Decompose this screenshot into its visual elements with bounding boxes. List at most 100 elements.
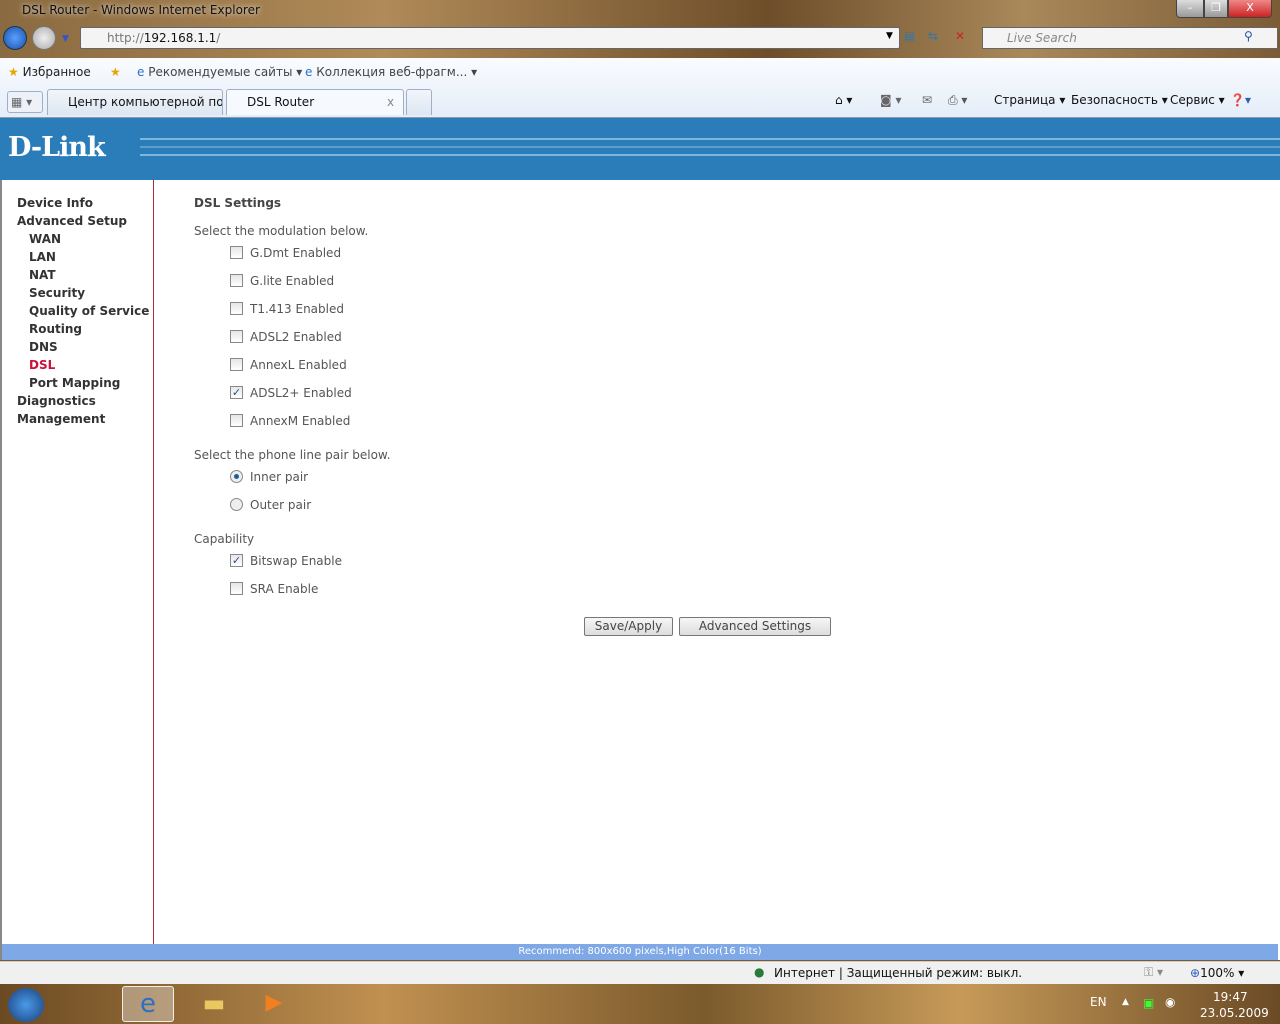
- sidebar-item[interactable]: Routing: [29, 322, 82, 336]
- modulation-label: AnnexL Enabled: [250, 358, 347, 372]
- save-apply-button[interactable]: Save/Apply: [584, 617, 673, 636]
- compat-view-icon[interactable]: ▤: [904, 29, 915, 43]
- security-zone[interactable]: Интернет | Защищенный режим: выкл.: [774, 966, 1022, 980]
- favorites-button[interactable]: ★ Избранное: [8, 65, 91, 79]
- page-title: DSL Settings: [194, 196, 282, 210]
- url-host: 192.168.1.1: [143, 31, 217, 45]
- sidebar-item[interactable]: Advanced Setup: [17, 214, 127, 228]
- star-icon: ★: [8, 65, 19, 79]
- pair-radio[interactable]: [230, 498, 243, 511]
- sidebar-item[interactable]: Quality of Service: [29, 304, 149, 318]
- quick-tabs-button[interactable]: ▦ ▾: [7, 91, 43, 113]
- tray-expand-icon[interactable]: ▲: [1122, 997, 1129, 1007]
- modulation-label: ADSL2+ Enabled: [250, 386, 352, 400]
- modulation-label: T1.413 Enabled: [250, 302, 344, 316]
- refresh-icon[interactable]: ⇆: [928, 29, 938, 43]
- close-button[interactable]: X: [1228, 0, 1272, 18]
- sidebar-item[interactable]: WAN: [29, 232, 61, 246]
- maximize-button[interactable]: ❐: [1204, 0, 1228, 18]
- feeds-icon[interactable]: ◙ ▾: [880, 93, 901, 107]
- modulation-label: AnnexM Enabled: [250, 414, 351, 428]
- page-menu[interactable]: Страница ▾: [994, 93, 1065, 107]
- modulation-checkbox[interactable]: [230, 414, 243, 427]
- ie-icon: e: [137, 65, 145, 79]
- network-tray-icon[interactable]: ▣: [1143, 996, 1154, 1010]
- help-icon[interactable]: ❓▾: [1230, 93, 1251, 107]
- sidebar-item[interactable]: DSL: [29, 358, 55, 372]
- footer-recommendation: Recommend: 800x600 pixels,High Color(16 …: [2, 944, 1278, 960]
- pair-option-label: Outer pair: [250, 498, 312, 512]
- zoom-icon: ⊕: [1190, 966, 1201, 980]
- url-suffix: /: [216, 31, 221, 45]
- clock-time[interactable]: 19:47: [1213, 990, 1248, 1004]
- ie-icon: e: [305, 65, 313, 79]
- favorites-label: Избранное: [22, 65, 91, 79]
- stop-icon[interactable]: ✕: [955, 29, 965, 43]
- start-button[interactable]: [8, 988, 44, 1022]
- sidebar-item[interactable]: Device Info: [17, 196, 93, 210]
- taskbar-player-icon[interactable]: ▶: [248, 986, 300, 1022]
- modulation-checkbox[interactable]: [230, 246, 243, 259]
- modulation-checkbox[interactable]: [230, 358, 243, 371]
- pair-label: Select the phone line pair below.: [194, 448, 391, 462]
- tools-menu[interactable]: Сервис ▾: [1170, 93, 1225, 107]
- tab-label: Центр компьютерной по...: [68, 95, 223, 109]
- new-tab-button[interactable]: [406, 89, 432, 115]
- minimize-button[interactable]: –: [1176, 0, 1204, 18]
- pair-radio[interactable]: [230, 470, 243, 483]
- capability-option-label: SRA Enable: [250, 582, 319, 596]
- sidebar-item[interactable]: DNS: [29, 340, 58, 354]
- sidebar-item[interactable]: Management: [17, 412, 105, 426]
- status-bar: ● Интернет | Защищенный режим: выкл. ⚿ ▾…: [0, 961, 1280, 984]
- history-dropdown-icon[interactable]: ▼: [62, 34, 69, 44]
- globe-icon: ●: [754, 965, 765, 979]
- tab-dsl-router[interactable]: DSL Router x: [226, 89, 404, 115]
- modulation-checkbox[interactable]: [230, 274, 243, 287]
- back-button[interactable]: [3, 26, 27, 50]
- sidebar-item[interactable]: Diagnostics: [17, 394, 96, 408]
- dlink-logo: D-Link: [8, 132, 106, 163]
- tab-support-center[interactable]: Центр компьютерной по...: [47, 89, 223, 115]
- sidebar-item[interactable]: Port Mapping: [29, 376, 120, 390]
- capability-option-label: Bitswap Enable: [250, 554, 342, 568]
- safety-menu[interactable]: Безопасность ▾: [1071, 93, 1168, 107]
- address-dropdown-icon[interactable]: ▼: [886, 31, 893, 41]
- print-icon[interactable]: ⎙ ▾: [948, 93, 967, 108]
- zoom-level[interactable]: ⊕100% ▾: [1190, 966, 1244, 980]
- window-title: DSL Router - Windows Internet Explorer: [22, 3, 260, 17]
- advanced-settings-button[interactable]: Advanced Settings: [679, 617, 831, 636]
- modulation-checkbox[interactable]: [230, 330, 243, 343]
- url-prefix: http://: [107, 31, 144, 45]
- search-icon[interactable]: ⚲: [1244, 29, 1253, 43]
- web-slice-gallery-link[interactable]: e Коллекция веб-фрагм... ▾: [305, 65, 477, 79]
- search-input[interactable]: Live Search: [982, 27, 1278, 49]
- home-icon[interactable]: ⌂ ▾: [835, 93, 852, 107]
- modulation-checkbox[interactable]: [230, 302, 243, 315]
- pair-option-label: Inner pair: [250, 470, 309, 484]
- protected-mode-icon[interactable]: ⚿ ▾: [1144, 965, 1163, 980]
- modulation-checkbox[interactable]: ✓: [230, 386, 243, 399]
- language-indicator[interactable]: EN: [1090, 995, 1107, 1009]
- sidebar-item[interactable]: LAN: [29, 250, 56, 264]
- capability-checkbox[interactable]: ✓: [230, 554, 243, 567]
- modulation-label: ADSL2 Enabled: [250, 330, 342, 344]
- capability-checkbox[interactable]: [230, 582, 243, 595]
- modulation-label: G.lite Enabled: [250, 274, 335, 288]
- suggested-sites-link[interactable]: e Рекомендуемые сайты ▾: [137, 65, 302, 79]
- clock-date[interactable]: 23.05.2009: [1200, 1006, 1269, 1020]
- tab-close-icon[interactable]: x: [387, 90, 394, 114]
- tab-label: DSL Router: [247, 95, 315, 109]
- modulation-label: Select the modulation below.: [194, 224, 369, 238]
- address-bar[interactable]: http://192.168.1.1/: [80, 27, 900, 49]
- mail-icon[interactable]: ✉: [922, 93, 932, 107]
- steam-tray-icon[interactable]: ◉: [1165, 995, 1175, 1009]
- dlink-header: [0, 118, 1280, 180]
- forward-button[interactable]: [32, 26, 56, 50]
- taskbar-explorer-icon[interactable]: ▬: [188, 986, 240, 1022]
- capability-label: Capability: [194, 532, 255, 546]
- sidebar-item[interactable]: Security: [29, 286, 85, 300]
- sidebar-item[interactable]: NAT: [29, 268, 56, 282]
- taskbar-ie-icon[interactable]: e: [122, 986, 174, 1022]
- add-favorite-icon[interactable]: ★: [110, 65, 121, 79]
- taskbar-media-icon[interactable]: [62, 986, 114, 1022]
